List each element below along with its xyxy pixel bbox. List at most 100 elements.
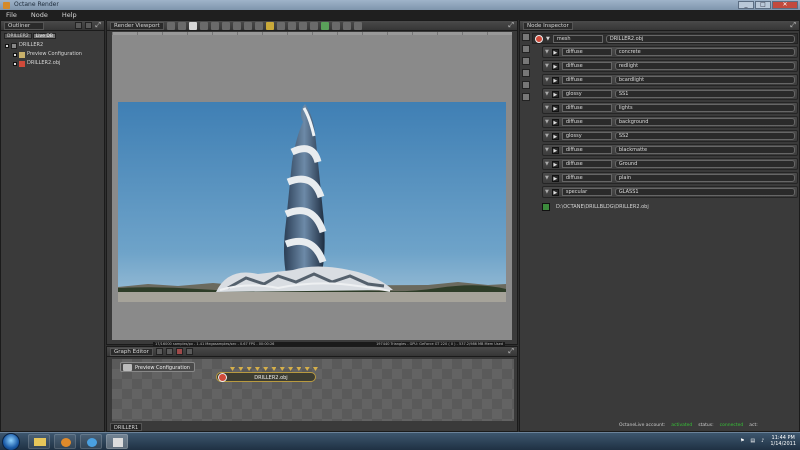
collapse-arrow-icon[interactable]: ▼	[545, 189, 549, 195]
menu-node[interactable]: Node	[31, 10, 48, 20]
material-preview-icon[interactable]: ▶	[551, 118, 559, 126]
media-player-task-icon[interactable]	[54, 434, 76, 449]
reset-camera-icon[interactable]	[166, 21, 175, 30]
camera-icon[interactable]	[232, 21, 241, 30]
material-row[interactable]: ▼ ▶ diffuse bcardlight	[542, 74, 798, 86]
collapse-arrow-icon[interactable]: ▼	[545, 161, 549, 167]
material-name-field[interactable]: redlight	[614, 62, 795, 70]
settings-icon[interactable]	[342, 21, 351, 30]
render-settings-icon[interactable]	[522, 93, 530, 101]
ie-task-icon[interactable]	[80, 434, 102, 449]
save-image-icon[interactable]	[320, 21, 329, 30]
layout-icon[interactable]	[85, 22, 93, 29]
region-icon[interactable]	[254, 21, 263, 30]
material-type-field[interactable]: diffuse	[561, 146, 612, 154]
graph-tool-icon[interactable]	[165, 348, 173, 355]
expand-toggle[interactable]	[13, 61, 17, 66]
material-row[interactable]: ▼ ▶ diffuse lights	[542, 102, 798, 114]
material-type-field[interactable]: glossy	[561, 132, 612, 140]
expand-icon[interactable]: ⤢	[790, 22, 796, 29]
preview-config-node[interactable]: Preview Configuration	[120, 362, 195, 372]
tab-driller2[interactable]: DRILLER2	[4, 33, 32, 39]
material-preview-icon[interactable]: ▶	[551, 160, 559, 168]
stop-icon[interactable]	[188, 21, 197, 30]
expand-icon[interactable]: ⤢	[95, 22, 101, 29]
explorer-task-icon[interactable]	[28, 434, 50, 449]
material-name-field[interactable]: GLASS1	[614, 188, 795, 196]
collapse-toggle[interactable]	[5, 43, 9, 48]
graph-editor-title[interactable]: Graph Editor	[110, 347, 153, 356]
pause-icon[interactable]	[210, 21, 219, 30]
close-button[interactable]: ✕	[772, 1, 798, 9]
collapse-arrow-icon[interactable]: ▼	[545, 175, 549, 181]
outliner-title[interactable]: Outliner	[4, 21, 44, 30]
collapse-arrow-icon[interactable]: ▼	[545, 77, 549, 83]
clock[interactable]: 11:44 PM 1/14/2011	[770, 435, 796, 447]
expand-toggle[interactable]	[13, 52, 17, 57]
material-name-field[interactable]: Ground	[614, 160, 795, 168]
material-name-field[interactable]: lights	[614, 104, 795, 112]
volume-icon[interactable]: ♪	[761, 438, 764, 444]
material-preview-icon[interactable]: ▶	[551, 104, 559, 112]
mesh-node[interactable]: DRILLER2.obj	[216, 372, 316, 382]
camera-settings-icon[interactable]	[522, 33, 530, 41]
material-row[interactable]: ▼ ▶ diffuse blackmatte	[542, 144, 798, 156]
white-balance-icon[interactable]	[287, 21, 296, 30]
collapse-arrow-icon[interactable]: ▼	[545, 91, 549, 97]
focus-icon[interactable]	[276, 21, 285, 30]
material-type-field[interactable]: diffuse	[561, 76, 612, 84]
network-icon[interactable]: ▤	[750, 438, 755, 444]
material-row[interactable]: ▼ ▶ glossy SS1	[542, 88, 798, 100]
play-icon[interactable]	[199, 21, 208, 30]
graph-scene-tab[interactable]: DRILLER1	[110, 423, 143, 431]
expand-icon[interactable]: ⤢	[508, 22, 514, 29]
material-preview-icon[interactable]: ▶	[551, 188, 559, 196]
mesh-settings-icon[interactable]	[522, 81, 530, 89]
material-name-field[interactable]: concrete	[614, 48, 795, 56]
split-icon[interactable]	[75, 22, 83, 29]
start-button[interactable]	[2, 433, 20, 450]
render-canvas[interactable]	[112, 35, 512, 340]
node-inspector-title[interactable]: Node Inspector	[523, 21, 573, 30]
viewport-title[interactable]: Render Viewport	[110, 21, 164, 30]
material-row[interactable]: ▼ ▶ diffuse concrete	[542, 46, 798, 58]
pick-icon[interactable]	[243, 21, 252, 30]
material-preview-icon[interactable]: ▶	[551, 132, 559, 140]
maximize-button[interactable]: □	[755, 1, 771, 9]
menu-help[interactable]: Help	[62, 10, 77, 20]
collapse-arrow-icon[interactable]: ▼	[545, 147, 549, 153]
material-row[interactable]: ▼ ▶ specular GLASS1	[542, 186, 798, 198]
grid-icon[interactable]	[331, 21, 340, 30]
material-row[interactable]: ▼ ▶ glossy SS2	[542, 130, 798, 142]
mesh-name-field[interactable]: DRILLER2.obj	[605, 34, 795, 43]
display-icon[interactable]	[353, 21, 362, 30]
collapse-arrow-icon[interactable]: ▼	[545, 133, 549, 139]
material-preview-icon[interactable]: ▶	[551, 76, 559, 84]
material-type-field[interactable]: glossy	[561, 90, 612, 98]
material-row[interactable]: ▼ ▶ diffuse background	[542, 116, 798, 128]
mesh-type-field[interactable]: mesh	[552, 34, 603, 43]
octane-task-icon[interactable]	[106, 434, 128, 449]
material-type-field[interactable]: diffuse	[561, 174, 612, 182]
material-name-field[interactable]: blackmatte	[614, 146, 795, 154]
expand-icon[interactable]: ⤢	[508, 348, 514, 355]
flag-icon[interactable]: ⚑	[740, 438, 744, 444]
menu-file[interactable]: File	[6, 10, 17, 20]
tree-item-mesh[interactable]: DRILLER2.obj	[1, 59, 104, 68]
material-type-field[interactable]: diffuse	[561, 118, 612, 126]
material-type-field[interactable]: diffuse	[561, 48, 612, 56]
graph-tool-icon[interactable]	[155, 348, 163, 355]
material-type-field[interactable]: diffuse	[561, 104, 612, 112]
material-row[interactable]: ▼ ▶ diffuse Ground	[542, 158, 798, 170]
material-preview-icon[interactable]: ▶	[551, 90, 559, 98]
autofocus-icon[interactable]	[298, 21, 307, 30]
zoom-icon[interactable]	[309, 21, 318, 30]
material-preview-icon[interactable]: ▶	[551, 62, 559, 70]
collapse-arrow-icon[interactable]: ▼	[545, 105, 549, 111]
material-name-field[interactable]: background	[614, 118, 795, 126]
tree-item-scene[interactable]: DRILLER2	[1, 41, 104, 50]
graph-tool-icon[interactable]	[175, 348, 183, 355]
mesh-node-row[interactable]: ▼ mesh DRILLER2.obj	[532, 33, 798, 44]
material-name-field[interactable]: plain	[614, 174, 795, 182]
material-type-field[interactable]: diffuse	[561, 160, 612, 168]
